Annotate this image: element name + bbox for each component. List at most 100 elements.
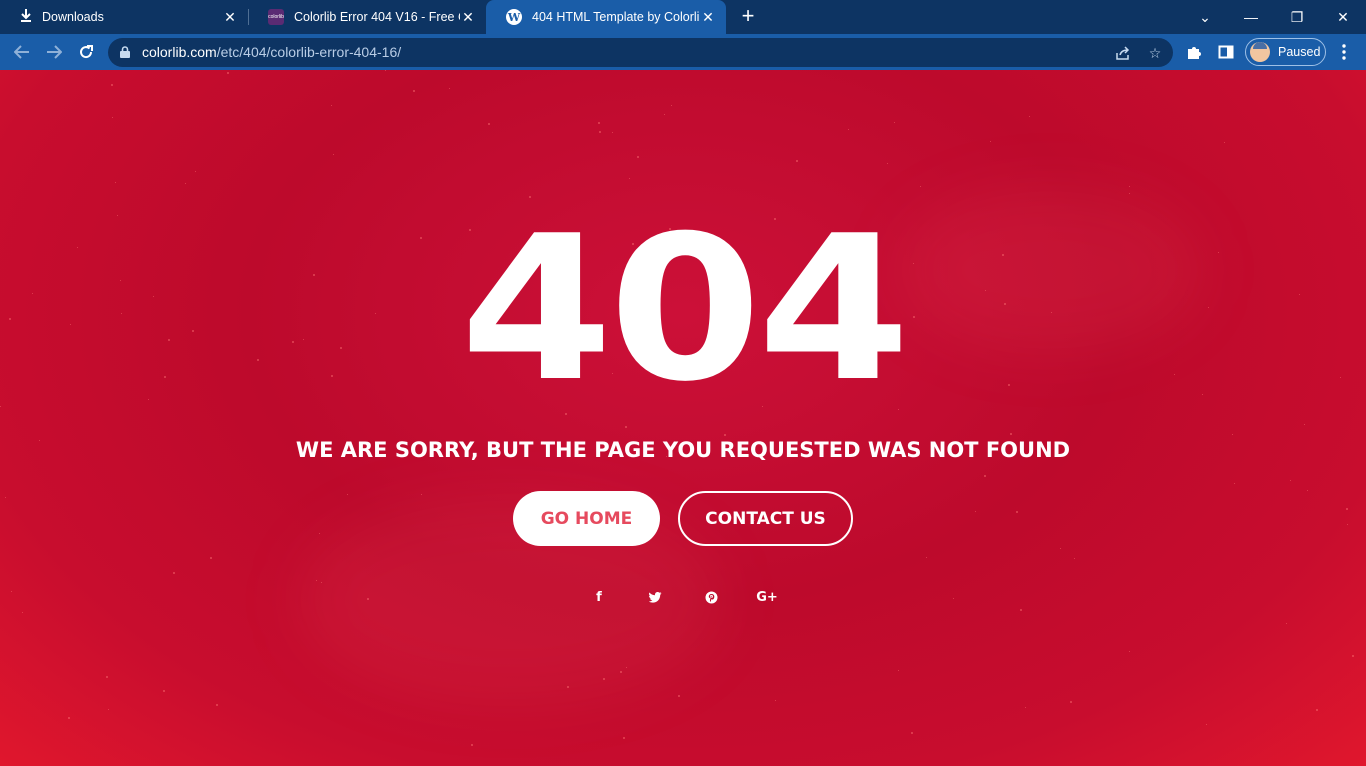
particle: [331, 105, 332, 106]
particle: [1004, 303, 1006, 305]
google-plus-icon[interactable]: G+: [755, 587, 779, 607]
tab-title: Colorlib Error 404 V16 - Free Crea: [294, 10, 460, 24]
particle: [112, 117, 113, 118]
particle: [1051, 312, 1052, 313]
particle: [894, 122, 895, 123]
extensions-button[interactable]: [1180, 38, 1208, 66]
particle: [449, 88, 450, 89]
reload-button[interactable]: [72, 38, 100, 66]
particle: [990, 141, 991, 142]
close-tab-icon[interactable]: ✕: [222, 9, 238, 25]
bookmark-star-icon[interactable]: ☆: [1145, 43, 1165, 63]
particle: [612, 132, 613, 133]
particle: [292, 341, 294, 343]
menu-button[interactable]: [1330, 38, 1358, 66]
particle: [637, 156, 639, 158]
particle: [1224, 142, 1225, 143]
tab-search-button[interactable]: ⌄: [1182, 0, 1228, 34]
particle: [385, 70, 386, 71]
particle: [192, 330, 194, 332]
particle: [625, 426, 627, 428]
particle: [11, 591, 12, 592]
particle: [1010, 433, 1012, 435]
side-panel-button[interactable]: [1212, 38, 1240, 66]
go-home-button[interactable]: GO HOME: [513, 491, 660, 546]
particle: [347, 494, 348, 495]
particle: [1074, 558, 1075, 559]
particle: [1347, 524, 1348, 525]
minimize-button[interactable]: —: [1228, 0, 1274, 34]
particle: [1002, 254, 1004, 256]
share-icon[interactable]: [1113, 43, 1133, 63]
tab-strip: Downloads ✕ colorlib Colorlib Error 404 …: [0, 0, 1366, 34]
url-host: colorlib.com: [142, 44, 217, 60]
url-path: /etc/404/colorlib-error-404-16/: [216, 44, 402, 60]
particle: [599, 131, 601, 133]
particle: [257, 359, 259, 361]
error-code: 404: [459, 193, 910, 426]
particle: [108, 709, 109, 710]
particle: [1016, 511, 1018, 513]
tab-colorlib-error[interactable]: colorlib Colorlib Error 404 V16 - Free C…: [248, 0, 486, 34]
particle: [598, 122, 600, 124]
particle: [898, 670, 899, 671]
particle: [985, 290, 986, 291]
twitter-icon[interactable]: [643, 587, 667, 607]
particle: [1020, 609, 1022, 611]
error-page: 404 WE ARE SORRY, BUT THE PAGE YOU REQUE…: [0, 70, 1366, 766]
close-tab-icon[interactable]: ✕: [700, 9, 716, 25]
particle: [303, 339, 304, 340]
particle: [603, 678, 605, 680]
close-tab-icon[interactable]: ✕: [460, 9, 476, 25]
particle: [1232, 434, 1233, 435]
tab-title: Downloads: [42, 10, 104, 24]
particle: [173, 572, 175, 574]
particle: [1129, 651, 1130, 652]
restore-button[interactable]: ❐: [1274, 0, 1320, 34]
particle: [121, 313, 122, 314]
particle: [567, 686, 569, 688]
particle: [313, 274, 315, 276]
particle: [1206, 724, 1207, 725]
particle: [1218, 252, 1219, 253]
contact-us-button[interactable]: CONTACT US: [678, 491, 853, 546]
close-window-button[interactable]: ✕: [1320, 0, 1366, 34]
particle: [620, 671, 622, 673]
particle: [22, 612, 23, 613]
tab-404-template[interactable]: W 404 HTML Template by Colorlib ✕: [486, 0, 726, 34]
particle: [331, 375, 333, 377]
particle: [1129, 186, 1130, 187]
particle: [623, 737, 625, 739]
address-bar[interactable]: colorlib.com/etc/404/colorlib-error-404-…: [108, 38, 1173, 67]
tab-title: 404 HTML Template by Colorlib: [532, 10, 700, 24]
particle: [5, 497, 6, 498]
particle: [488, 123, 490, 125]
particle: [168, 339, 170, 341]
particle: [164, 376, 166, 378]
new-tab-button[interactable]: +: [736, 5, 760, 28]
tab-downloads[interactable]: Downloads ✕: [0, 0, 248, 34]
particle: [227, 72, 229, 74]
forward-arrow-icon: [47, 45, 62, 59]
particle: [1174, 374, 1175, 375]
particle: [148, 399, 149, 400]
particle: [1008, 384, 1010, 386]
particle: [629, 178, 630, 179]
kebab-menu-icon: [1342, 44, 1346, 60]
back-button[interactable]: [8, 38, 36, 66]
particle: [321, 582, 322, 583]
particle: [626, 667, 627, 668]
url-text[interactable]: colorlib.com/etc/404/colorlib-error-404-…: [142, 38, 401, 67]
particle: [1304, 424, 1305, 425]
particle: [953, 598, 954, 599]
facebook-icon[interactable]: f: [587, 587, 611, 607]
particle: [340, 347, 342, 349]
particle: [413, 90, 415, 92]
wordpress-favicon-icon: W: [506, 9, 522, 25]
particle: [471, 744, 473, 746]
forward-button[interactable]: [40, 38, 68, 66]
pinterest-icon[interactable]: [699, 587, 723, 607]
particle: [1290, 480, 1291, 481]
particle: [926, 557, 927, 558]
profile-button[interactable]: Paused: [1245, 38, 1326, 66]
